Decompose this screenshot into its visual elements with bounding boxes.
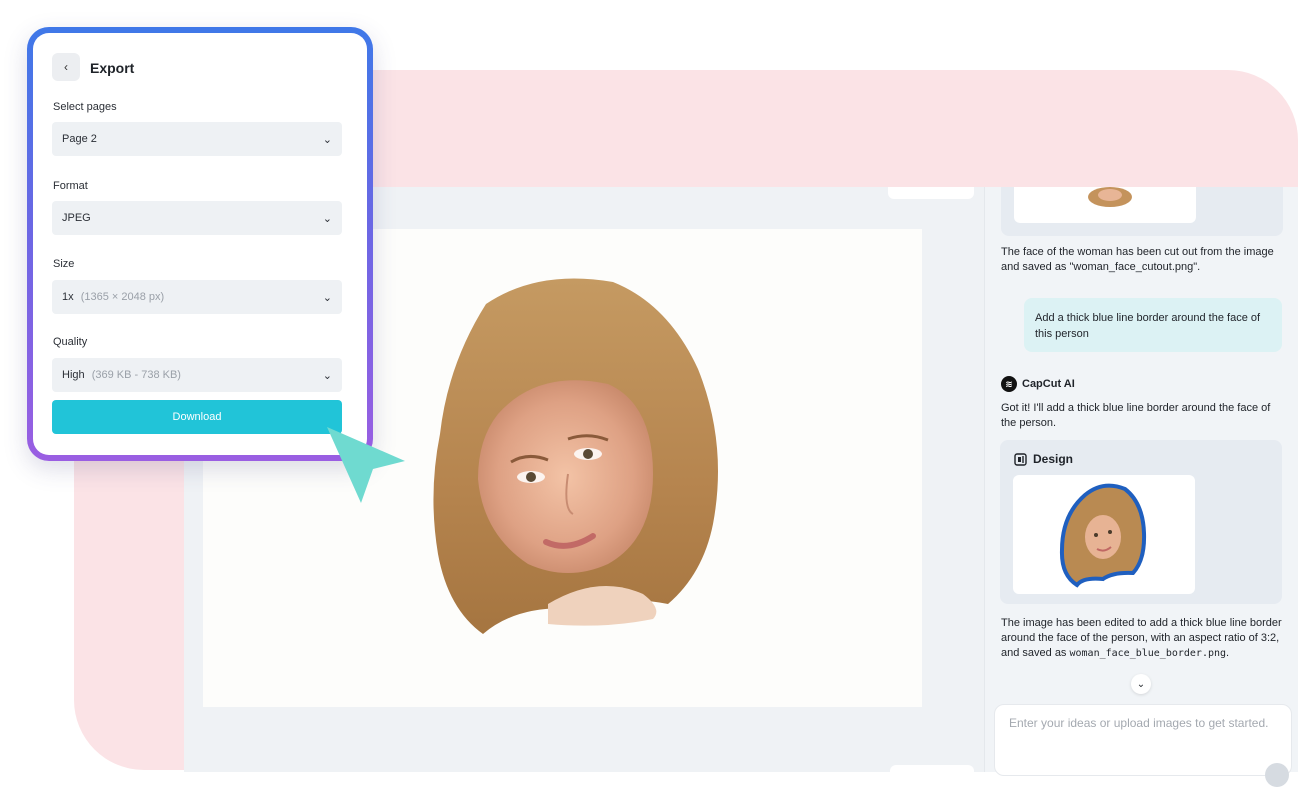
ai-message-cutout: The face of the woman has been cut out f…	[1001, 246, 1274, 273]
design-icon	[1014, 452, 1027, 466]
bottom-chip[interactable]	[890, 765, 974, 772]
ai-name: CapCut AI	[1022, 378, 1075, 390]
user-message-bubble: Add a thick blue line border around the …	[1024, 298, 1282, 352]
result-filename: woman_face_blue_border.png	[1069, 648, 1227, 659]
chevron-down-icon: ⌄	[322, 133, 332, 146]
export-title: Export	[90, 60, 135, 76]
select-pages-label: Select pages	[53, 101, 117, 113]
chat-input-box[interactable]	[994, 704, 1292, 787]
quality-value: High	[62, 369, 85, 381]
size-label: Size	[53, 258, 75, 270]
send-button[interactable]	[1265, 763, 1289, 787]
quality-label: Quality	[53, 336, 88, 348]
select-pages-value: Page 2	[62, 133, 97, 145]
bordered-face-image	[1059, 483, 1147, 588]
cutout-thumbnail-image	[1088, 187, 1132, 207]
chevron-down-icon: ⌄	[322, 291, 332, 304]
chat-input[interactable]	[1007, 715, 1281, 731]
capcut-logo-icon: ≋	[1001, 376, 1017, 392]
toolbar-chip[interactable]	[888, 187, 974, 199]
scroll-down-button[interactable]: ⌄	[1131, 674, 1151, 694]
previous-result-card	[1001, 187, 1283, 236]
ai-message-reply: Got it! I'll add a thick blue line borde…	[1001, 402, 1271, 429]
size-value: 1x	[62, 291, 74, 303]
ai-message-result: The image has been edited to add a thick…	[1001, 616, 1285, 661]
export-panel-frame: ‹ Export Select pages Page 2 ⌄ Format JP…	[27, 27, 373, 461]
scroll-down-icon: ⌄	[1136, 678, 1146, 690]
size-hint: (1365 × 2048 px)	[80, 291, 165, 303]
design-header: Design	[1014, 452, 1073, 466]
design-thumbnail[interactable]	[1013, 475, 1195, 594]
back-button[interactable]: ‹	[52, 53, 80, 81]
export-panel: ‹ Export Select pages Page 2 ⌄ Format JP…	[33, 33, 367, 455]
size-dropdown[interactable]: 1x (1365 × 2048 px) ⌄	[52, 280, 342, 314]
quality-dropdown[interactable]: High (369 KB - 738 KB) ⌄	[52, 358, 342, 392]
cursor-arrow-icon	[327, 427, 405, 503]
download-button[interactable]: Download	[52, 400, 342, 434]
design-result-card: Design	[1000, 440, 1282, 604]
back-chevron-icon: ‹	[64, 60, 68, 74]
result-end: .	[1226, 647, 1230, 659]
chevron-down-icon: ⌄	[322, 369, 332, 382]
select-pages-dropdown[interactable]: Page 2 ⌄	[52, 122, 342, 156]
ai-header: ≋ CapCut AI	[1001, 376, 1075, 392]
design-label: Design	[1033, 452, 1074, 466]
woman-face-image	[433, 278, 718, 634]
quality-hint: (369 KB - 738 KB)	[91, 369, 181, 381]
format-dropdown[interactable]: JPEG ⌄	[52, 201, 342, 235]
format-label: Format	[53, 180, 88, 192]
chevron-down-icon: ⌄	[322, 212, 332, 225]
format-value: JPEG	[62, 212, 91, 224]
previous-result-thumbnail[interactable]	[1014, 187, 1196, 223]
